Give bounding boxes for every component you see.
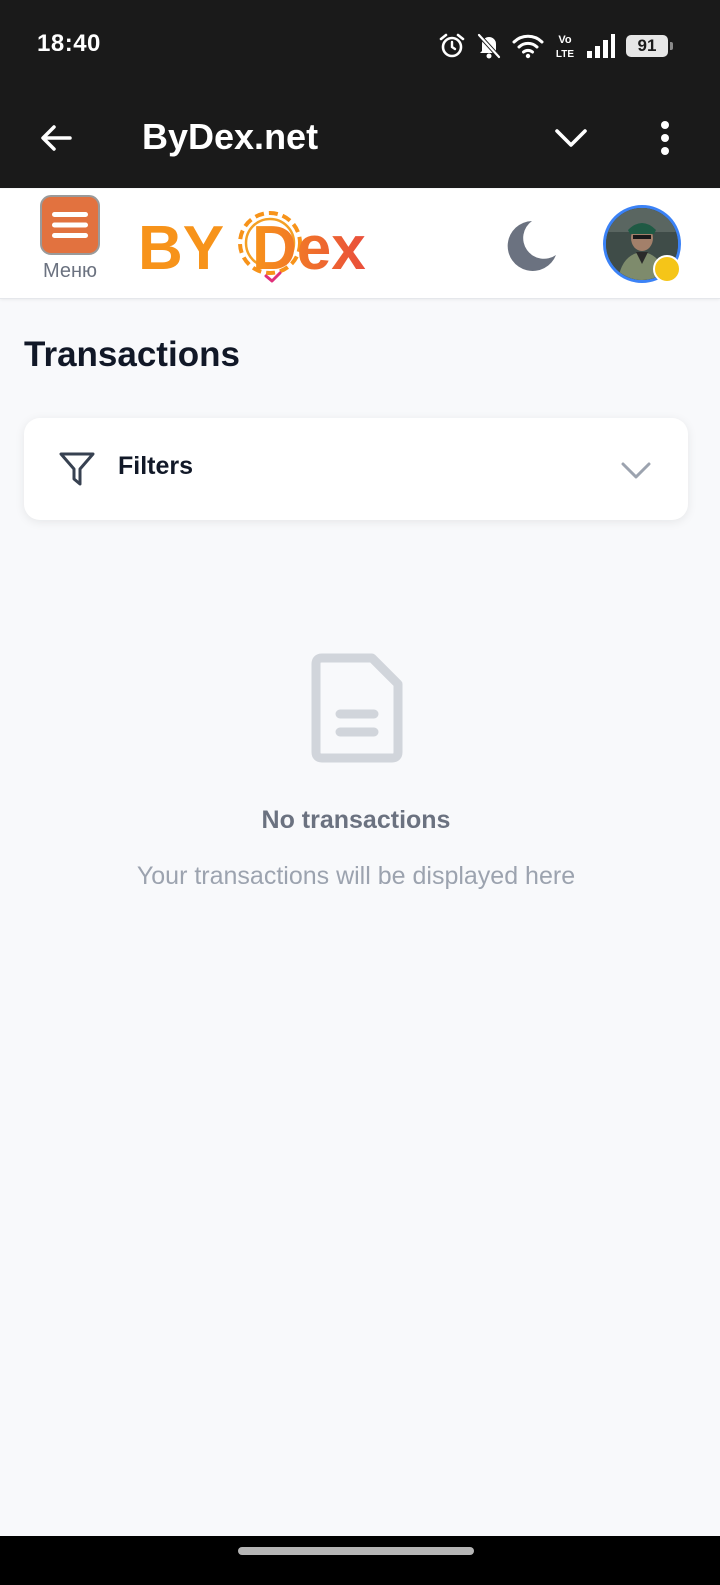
signal-icon <box>586 33 616 59</box>
filters-label: Filters <box>118 452 194 480</box>
chevron-down-icon <box>621 462 651 479</box>
volte-icon: Vo LTE <box>554 32 576 60</box>
svg-text:BY: BY <box>138 214 224 283</box>
empty-state-subtitle: Your transactions will be displayed here <box>136 862 576 890</box>
chevron-down-icon <box>555 129 587 147</box>
theme-toggle-button[interactable] <box>502 217 560 275</box>
hamburger-icon <box>52 212 88 238</box>
moon-icon <box>507 221 556 271</box>
status-time: 18:40 <box>37 30 101 57</box>
filter-icon <box>59 452 95 486</box>
back-arrow-icon <box>41 125 72 151</box>
svg-text:LTE: LTE <box>556 49 574 60</box>
menu-button[interactable]: Меню <box>36 195 104 283</box>
more-vert-icon <box>661 121 669 155</box>
browser-toolbar: ByDex.net <box>0 90 720 188</box>
home-indicator[interactable] <box>238 1547 474 1555</box>
document-icon <box>311 653 403 763</box>
svg-text:Dex: Dex <box>252 214 366 283</box>
wifi-icon <box>512 33 544 59</box>
status-bar: 18:40 Vo LTE 91 <box>0 0 720 90</box>
avatar-status-badge <box>653 255 681 283</box>
site-header: Меню BY Dex <box>0 189 720 299</box>
system-nav-bar <box>0 1536 720 1585</box>
expand-toolbar-button[interactable] <box>545 112 597 164</box>
notifications-off-icon <box>476 32 502 60</box>
battery-icon: 91 <box>626 35 673 57</box>
filters-toggle[interactable]: Filters <box>24 418 688 520</box>
svg-text:Vo: Vo <box>558 34 572 46</box>
page-title: Transactions <box>24 335 240 374</box>
browser-title: ByDex.net <box>142 116 319 157</box>
empty-state-title: No transactions <box>261 806 451 834</box>
overflow-menu-button[interactable] <box>645 110 685 166</box>
status-icons: Vo LTE 91 <box>438 30 673 62</box>
site-logo[interactable]: BY Dex <box>138 203 378 283</box>
menu-icon-box[interactable] <box>40 195 100 255</box>
menu-label: Меню <box>42 260 98 282</box>
back-button[interactable] <box>30 112 82 164</box>
alarm-icon <box>438 32 466 60</box>
